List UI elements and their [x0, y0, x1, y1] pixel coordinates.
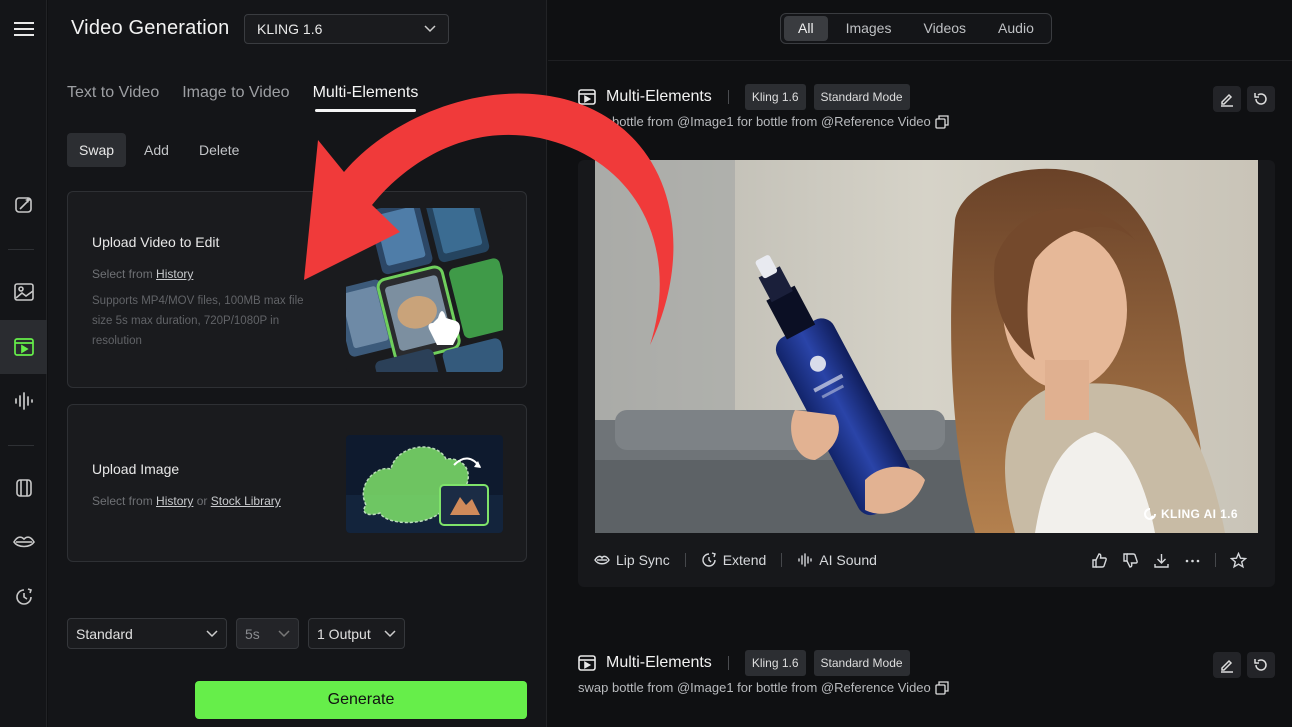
video-preview[interactable]: KLING AI 1.6: [595, 160, 1258, 533]
history-icon[interactable]: [0, 570, 47, 624]
audio-wave-icon: [798, 553, 812, 567]
task-header: Multi-Elements Kling 1.6 Standard Mode: [578, 84, 910, 110]
video-action-bar: Lip Sync Extend AI Sound: [578, 533, 1275, 587]
video-result-card: KLING AI 1.6 Lip Sync Extend AI Sound: [578, 160, 1275, 587]
tab-text-to-video[interactable]: Text to Video: [67, 80, 159, 112]
extend-icon: [702, 552, 716, 567]
pencil-icon: [1221, 659, 1233, 673]
filter-all[interactable]: All: [784, 16, 828, 41]
thumbs-up-icon[interactable]: [1091, 552, 1108, 569]
output-count-value: 1 Output: [317, 625, 371, 642]
upload-video-title: Upload Video to Edit: [92, 234, 220, 250]
task-prompt: swap bottle from @Image1 for bottle from…: [578, 680, 949, 695]
lips-icon[interactable]: [0, 515, 47, 569]
chevron-down-icon: [278, 629, 290, 637]
model-select[interactable]: KLING 1.6: [244, 14, 449, 44]
audio-wave-icon[interactable]: [0, 374, 47, 428]
upload-video-illustration: [346, 208, 503, 372]
chevron-down-icon: [206, 629, 218, 637]
task-header: Multi-Elements Kling 1.6 Standard Mode: [578, 650, 910, 676]
more-icon[interactable]: [1184, 552, 1201, 569]
regenerate-button[interactable]: [1247, 86, 1275, 112]
results-area: All Images Videos Audio Multi-Elements K…: [548, 0, 1292, 727]
generate-button[interactable]: Generate: [195, 681, 527, 719]
ai-sound-button[interactable]: AI Sound: [797, 552, 877, 568]
mode-chip: Standard Mode: [813, 650, 910, 676]
output-count-select[interactable]: 1 Output: [308, 618, 405, 649]
menu-icon[interactable]: [0, 2, 47, 56]
asset-filter: All Images Videos Audio: [780, 13, 1052, 44]
model-chip: Kling 1.6: [744, 84, 806, 110]
model-select-value: KLING 1.6: [257, 21, 323, 37]
image-icon[interactable]: [0, 265, 47, 319]
refresh-icon: [1254, 93, 1267, 105]
extend-button[interactable]: Extend: [701, 552, 766, 568]
chevron-down-icon: [424, 25, 436, 33]
video-tools: [1091, 533, 1247, 587]
divider: [548, 60, 1292, 61]
settings-panel: Video Generation KLING 1.6 Text to Video…: [48, 0, 547, 727]
duration-select-value: 5s: [245, 625, 260, 642]
history-link[interactable]: History: [156, 267, 193, 281]
watermark: KLING AI 1.6: [1143, 507, 1238, 521]
task-title: Multi-Elements: [606, 88, 712, 105]
upload-video-select: Select from History: [92, 267, 194, 281]
subtab-swap[interactable]: Swap: [67, 133, 127, 167]
upload-image-select: Select from History or Stock Library: [92, 494, 281, 508]
history-link[interactable]: History: [156, 494, 193, 508]
kling-logo-icon: [1143, 508, 1156, 520]
upload-image-card[interactable]: Upload Image Select from History or Stoc…: [67, 404, 527, 562]
upload-image-title: Upload Image: [92, 461, 180, 477]
upload-video-desc: Supports MP4/MOV files, 100MB max file s…: [92, 295, 304, 347]
edit-button[interactable]: [1213, 86, 1241, 112]
copy-icon[interactable]: [935, 680, 949, 695]
upload-image-illustration: [346, 435, 503, 533]
star-icon[interactable]: [1230, 551, 1247, 569]
regenerate-button[interactable]: [1247, 652, 1275, 678]
pen-sparkle-icon[interactable]: [0, 178, 47, 232]
duration-select[interactable]: 5s: [236, 618, 299, 649]
lips-icon: [594, 555, 610, 565]
quality-select-value: Standard: [76, 625, 133, 642]
model-chip: Kling 1.6: [744, 650, 806, 676]
filter-videos[interactable]: Videos: [909, 16, 980, 41]
download-icon[interactable]: [1153, 552, 1170, 569]
video-task-icon: [578, 655, 596, 671]
task-prompt: swap bottle from @Image1 for bottle from…: [578, 114, 949, 129]
edit-subtabs: Swap Add Delete: [67, 133, 251, 167]
mode-tabs: Text to Video Image to Video Multi-Eleme…: [67, 80, 418, 116]
page-title: Video Generation: [71, 17, 230, 39]
edit-button[interactable]: [1213, 652, 1241, 678]
stock-library-link[interactable]: Stock Library: [211, 494, 281, 508]
subtab-add[interactable]: Add: [132, 133, 181, 167]
divider: [1215, 553, 1216, 567]
refresh-icon: [1254, 659, 1267, 671]
box-icon[interactable]: [0, 461, 47, 515]
subtab-delete[interactable]: Delete: [187, 133, 251, 167]
task-title: Multi-Elements: [606, 654, 712, 671]
video-task-icon: [578, 89, 596, 105]
upload-video-card[interactable]: Upload Video to Edit Select from History…: [67, 191, 527, 388]
video-icon[interactable]: [0, 320, 47, 374]
chevron-down-icon: [384, 629, 396, 637]
pencil-icon: [1221, 93, 1233, 107]
tab-image-to-video[interactable]: Image to Video: [182, 80, 289, 112]
filter-audio[interactable]: Audio: [984, 16, 1048, 41]
thumbs-down-icon[interactable]: [1122, 552, 1139, 569]
filter-images[interactable]: Images: [832, 16, 906, 41]
copy-icon[interactable]: [935, 114, 949, 129]
tab-multi-elements[interactable]: Multi-Elements: [313, 80, 418, 112]
nav-rail: [0, 0, 47, 727]
lip-sync-button[interactable]: Lip Sync: [594, 552, 670, 568]
mode-chip: Standard Mode: [813, 84, 910, 110]
quality-select[interactable]: Standard: [67, 618, 227, 649]
